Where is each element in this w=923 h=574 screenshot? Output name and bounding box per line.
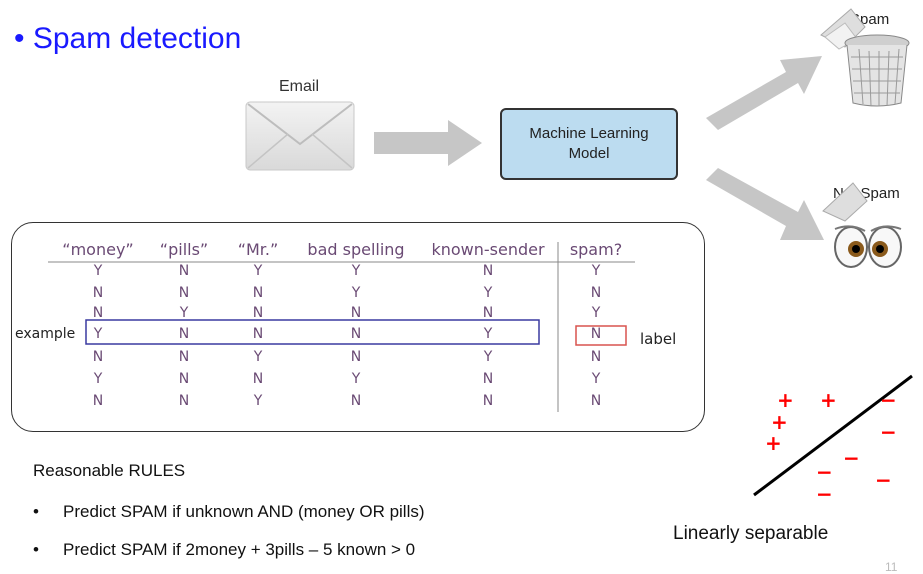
table-cell: Y [483, 285, 493, 301]
table-cell: N [252, 371, 264, 387]
table-cell: N [482, 371, 494, 387]
minus-mark: − [875, 468, 892, 492]
rules-heading: Reasonable RULES [33, 461, 186, 480]
table-cell: Y [253, 349, 263, 365]
table-cell: N [178, 371, 190, 387]
table-cell: Y [351, 285, 361, 301]
table-cell: Y [591, 305, 601, 321]
bullet: • [33, 502, 39, 521]
table-cell: N [178, 326, 190, 342]
table-cell: N [92, 285, 104, 301]
table-cell: Y [483, 326, 493, 342]
header-money: “money” [62, 240, 134, 259]
rule-item: • Predict SPAM if unknown AND (money OR p… [33, 502, 425, 522]
minus-mark: − [880, 388, 897, 412]
table-cell: N [92, 305, 104, 321]
table-cell: Y [253, 263, 263, 279]
example-row-highlight [85, 319, 540, 345]
table-cell: Y [253, 393, 263, 409]
table-cell: N [482, 393, 494, 409]
plus-mark: + [820, 388, 837, 412]
minus-mark: − [843, 446, 860, 470]
table-cell: Y [351, 263, 361, 279]
plus-mark: + [777, 388, 794, 412]
rule-text: Predict SPAM if unknown AND (money OR pi… [63, 502, 425, 521]
table-cell: Y [483, 349, 493, 365]
table-cell: N [350, 393, 362, 409]
table-cell: N [590, 326, 602, 342]
table-cell: Y [591, 263, 601, 279]
plus-mark: + [765, 431, 782, 455]
header-mr: “Mr.” [237, 240, 279, 259]
table-cell: N [590, 393, 602, 409]
table-cell: N [178, 349, 190, 365]
header-spam: spam? [569, 240, 623, 259]
table-cell: Y [93, 326, 103, 342]
plus-mark: + [771, 410, 788, 434]
table-cell: N [350, 305, 362, 321]
bullet: • [33, 540, 39, 559]
minus-mark: − [816, 482, 833, 506]
table-cell: N [590, 285, 602, 301]
linearly-separable-label: Linearly separable [673, 523, 829, 544]
table-cell: N [350, 326, 362, 342]
minus-mark: − [880, 420, 897, 444]
header-bad-spelling: bad spelling [307, 240, 405, 259]
table-cell: N [252, 326, 264, 342]
table-cell: N [482, 305, 494, 321]
table-cell: Y [93, 371, 103, 387]
table-cell: N [92, 349, 104, 365]
table-cell: N [252, 285, 264, 301]
table-cell: N [178, 263, 190, 279]
table-cell: N [482, 263, 494, 279]
page-number: 11 [885, 560, 898, 574]
table-cell: Y [93, 263, 103, 279]
table-cell: N [590, 349, 602, 365]
table-cell: N [178, 393, 190, 409]
table-cell: Y [179, 305, 189, 321]
minus-mark: − [816, 460, 833, 484]
header-pills: “pills” [159, 240, 209, 259]
rule-text: Predict SPAM if 2money + 3pills – 5 know… [63, 540, 416, 559]
table-cell: N [92, 393, 104, 409]
table-cell: Y [351, 371, 361, 387]
header-known-sender: known-sender [431, 240, 545, 259]
table-cell: N [252, 305, 264, 321]
example-label: example [15, 326, 76, 342]
label-label: label [640, 330, 677, 348]
table-cell: Y [591, 371, 601, 387]
table-cell: N [178, 285, 190, 301]
table-cell: N [350, 349, 362, 365]
rule-item: • Predict SPAM if 2money + 3pills – 5 kno… [33, 540, 415, 560]
